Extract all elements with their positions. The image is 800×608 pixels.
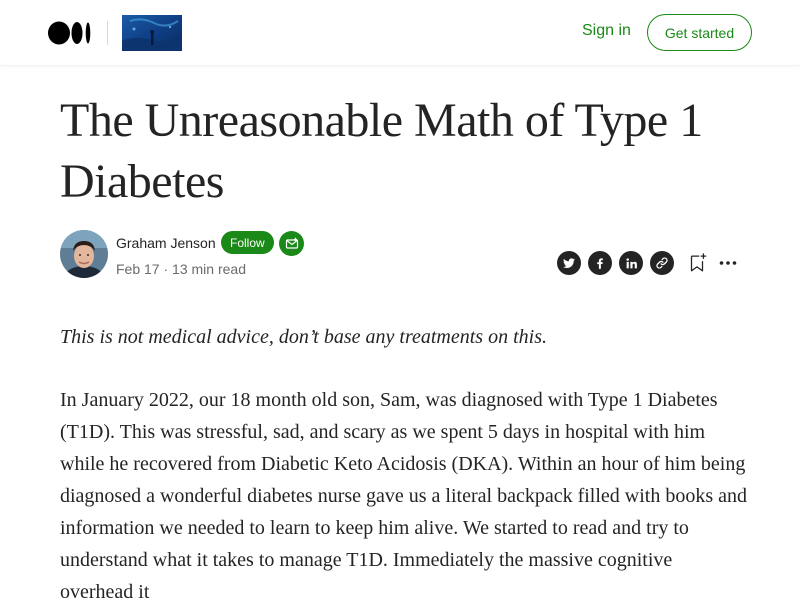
more-icon[interactable] <box>717 252 739 274</box>
follow-button[interactable]: Follow <box>221 231 274 254</box>
sign-in-link[interactable]: Sign in <box>582 22 631 40</box>
body-paragraph: In January 2022, our 18 month old son, S… <box>60 389 748 603</box>
meta-separator: · <box>163 261 169 277</box>
author-avatar[interactable] <box>60 230 108 278</box>
subscribe-mail-icon <box>285 237 298 249</box>
subscribe-button[interactable] <box>279 231 304 256</box>
article-meta: Feb 17 · 13 min read <box>116 261 246 277</box>
get-started-button[interactable]: Get started <box>647 14 752 51</box>
read-time: 13 min read <box>172 261 246 277</box>
share-linkedin-button[interactable] <box>619 251 643 275</box>
share-twitter-button[interactable] <box>557 251 581 275</box>
author-name[interactable]: Graham Jenson <box>116 235 216 251</box>
top-navigation-bar: Sign in Get started <box>0 0 800 66</box>
linkedin-icon <box>625 257 637 268</box>
share-facebook-button[interactable] <box>588 251 612 275</box>
twitter-icon <box>563 258 575 269</box>
copy-link-button[interactable] <box>650 251 674 275</box>
disclaimer-text: This is not medical advice, don’t base a… <box>60 326 547 348</box>
medium-logo-icon[interactable] <box>48 21 92 45</box>
article-title: The Unreasonable Math of Type 1 Diabetes <box>60 94 703 208</box>
publication-thumbnail-icon[interactable] <box>122 15 182 51</box>
publish-date: Feb 17 <box>116 261 160 277</box>
bookmark-add-icon[interactable] <box>686 252 708 274</box>
facebook-icon <box>597 258 603 269</box>
header-divider <box>107 21 108 45</box>
link-icon <box>656 257 668 269</box>
